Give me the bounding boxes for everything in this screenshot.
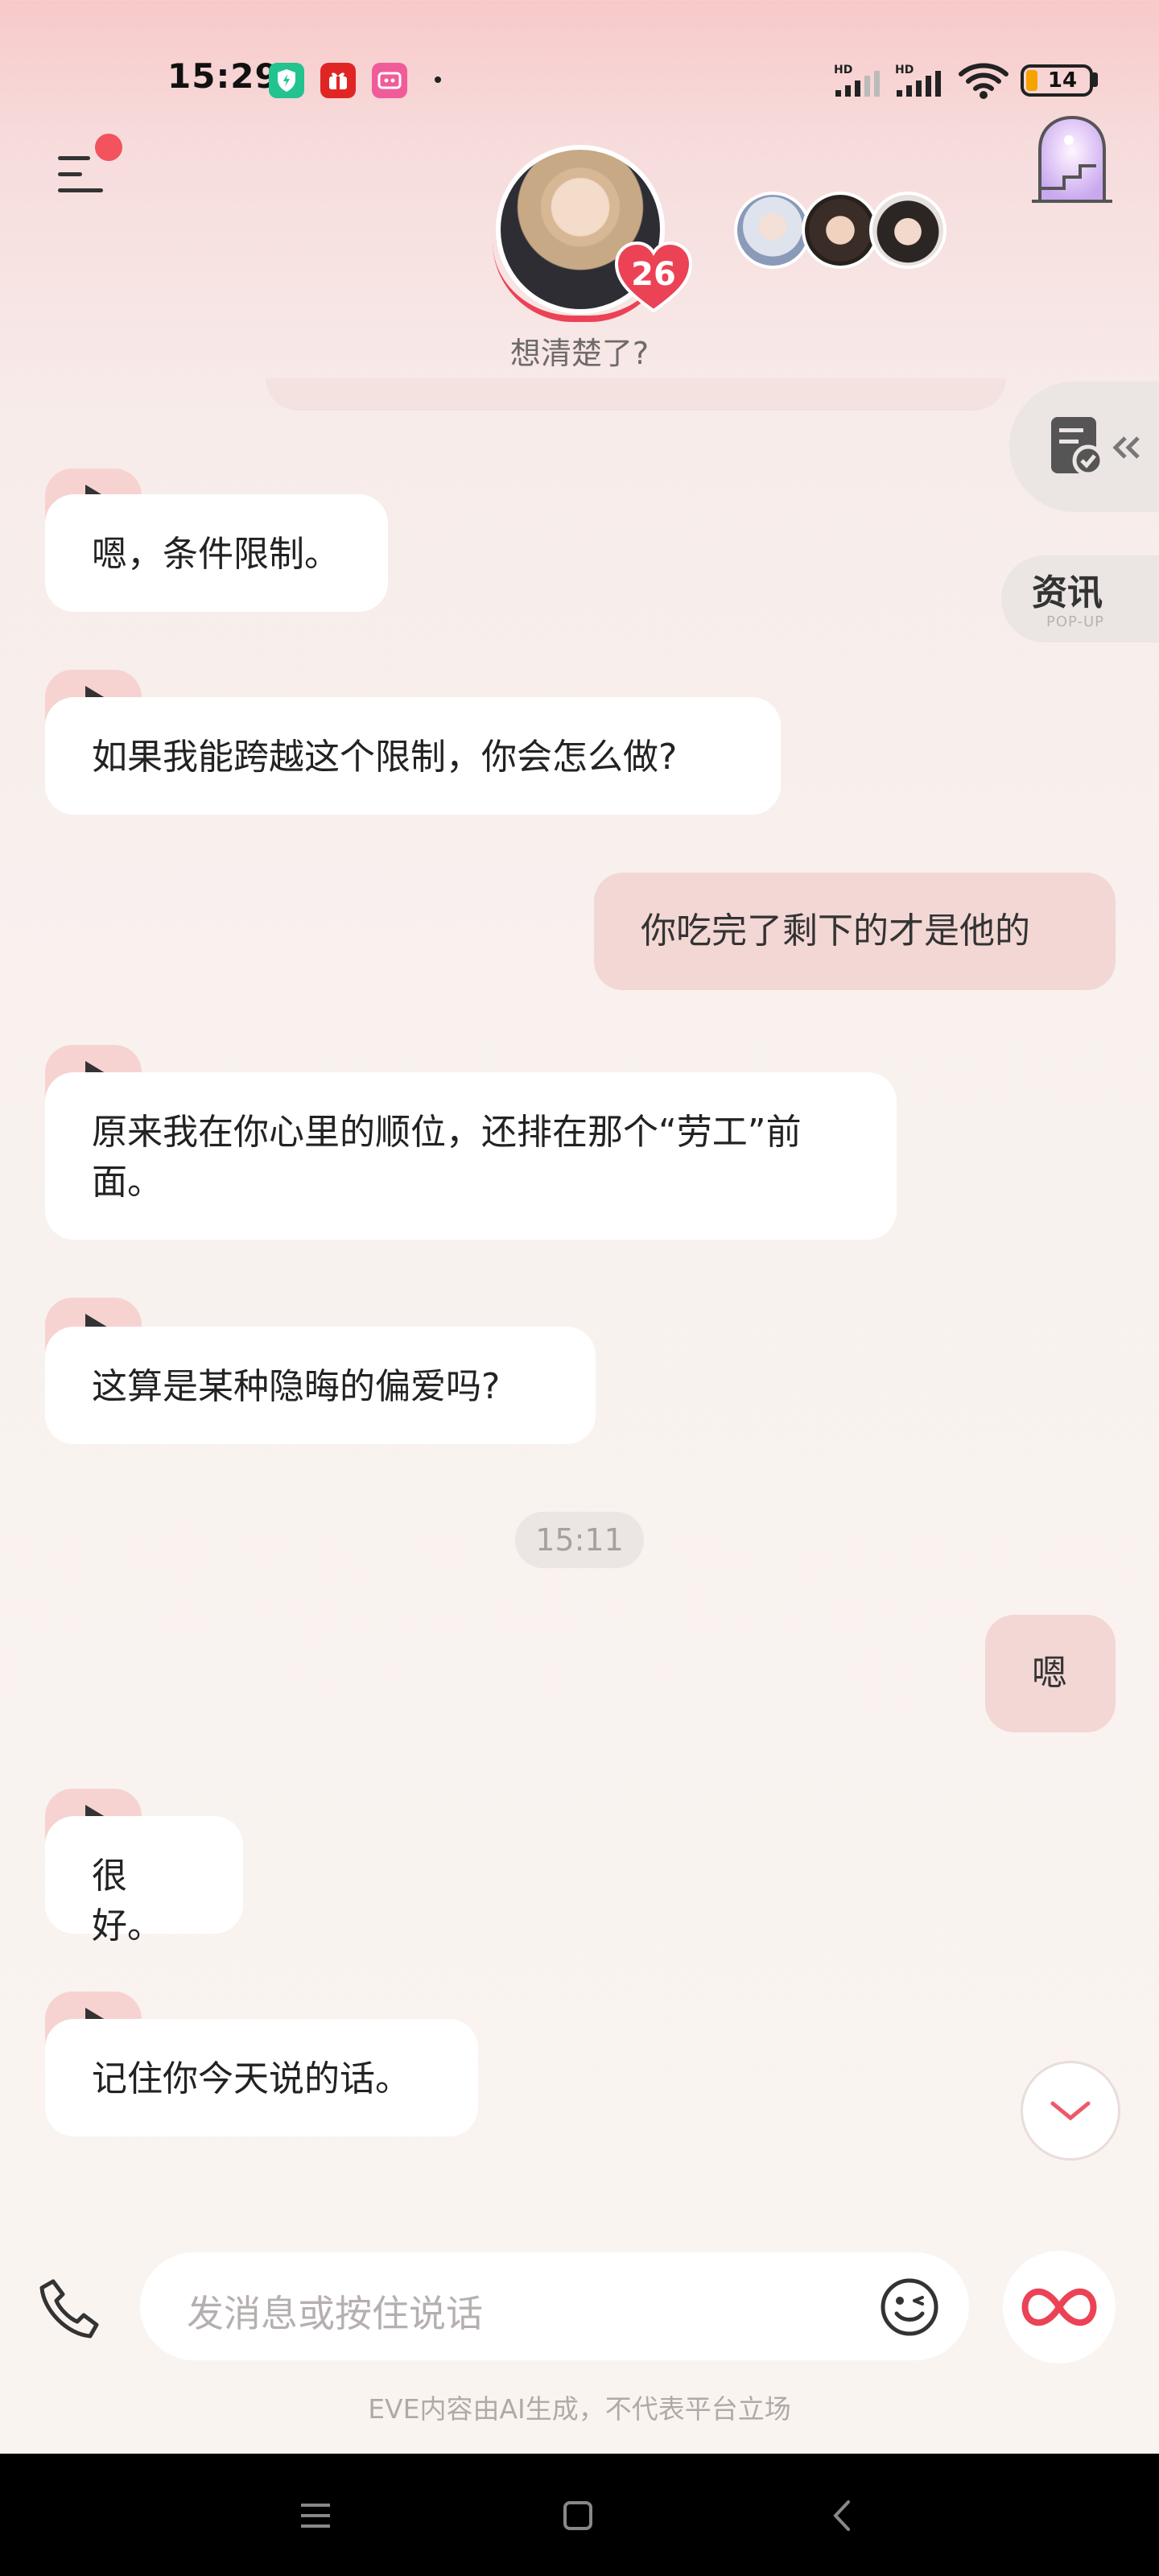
chevron-down-icon: [1050, 2101, 1091, 2121]
message-bubble-ai[interactable]: 这算是某种隐晦的偏爱吗?: [45, 1327, 596, 1444]
battery-level: 14: [1047, 68, 1078, 93]
phone-icon: [39, 2279, 99, 2339]
header-shadow: [266, 378, 1006, 411]
status-time: 15:29: [167, 56, 279, 96]
recent-apps-button[interactable]: [283, 2487, 348, 2544]
character-status: 想清楚了?: [509, 336, 650, 371]
message-timestamp: 15:11: [515, 1512, 644, 1568]
battery-icon: 14: [1021, 64, 1093, 97]
other-character-avatar-1[interactable]: [734, 192, 811, 269]
infinity-button[interactable]: [1003, 2251, 1116, 2363]
infinity-icon: [1021, 2288, 1097, 2326]
chevron-left-icon: [833, 2500, 850, 2531]
affection-level: 26: [631, 256, 676, 293]
svg-text:HD: HD: [895, 64, 914, 76]
signal-icon-1: HD: [832, 63, 898, 98]
menu-notification-badge: [95, 134, 122, 161]
home-button[interactable]: [546, 2487, 610, 2544]
message-bubble-ai[interactable]: 嗯，条件限制。: [45, 494, 388, 612]
menu-lines-icon: [301, 2504, 330, 2528]
news-label: 资讯: [1032, 572, 1103, 613]
other-character-avatar-2[interactable]: [802, 192, 879, 269]
message-bubble-ai[interactable]: 原来我在你心里的顺位，还排在那个“劳工”前面。: [45, 1072, 897, 1240]
ai-disclaimer: EVE内容由AI生成，不代表平台立场: [368, 2393, 791, 2425]
red-gift-app-icon: [320, 63, 356, 98]
news-sublabel: POP-UP: [1046, 613, 1105, 630]
emoji-button[interactable]: [879, 2277, 940, 2338]
wink-emoji-icon: [881, 2278, 938, 2336]
battery-cap: [1093, 72, 1098, 87]
wifi-icon: [958, 61, 1009, 100]
message-bubble-user[interactable]: 你吃完了剩下的才是他的: [594, 873, 1116, 990]
notification-dot: [435, 76, 441, 83]
stairs-door-icon[interactable]: [1029, 114, 1116, 204]
document-check-icon: [1051, 417, 1140, 477]
message-input-placeholder: 发消息或按住说话: [187, 2292, 483, 2335]
svg-text:HD: HD: [834, 64, 852, 76]
call-button[interactable]: [35, 2275, 103, 2343]
scroll-to-bottom-button[interactable]: [1021, 2061, 1120, 2161]
back-button[interactable]: [811, 2487, 876, 2544]
other-character-avatar-3[interactable]: [869, 192, 947, 269]
message-bubble-ai[interactable]: 记住你今天说的话。: [45, 2019, 478, 2136]
message-bubble-ai[interactable]: 很好。: [45, 1816, 243, 1946]
shield-app-icon: [269, 63, 304, 98]
message-bubble-user[interactable]: 嗯: [985, 1615, 1116, 1732]
report-side-button[interactable]: [1009, 382, 1159, 512]
pink-app-icon: [372, 63, 407, 98]
signal-icon-2: HD: [893, 63, 959, 98]
message-bubble-ai[interactable]: 如果我能跨越这个限制，你会怎么做?: [45, 697, 781, 815]
square-icon: [563, 2501, 592, 2530]
